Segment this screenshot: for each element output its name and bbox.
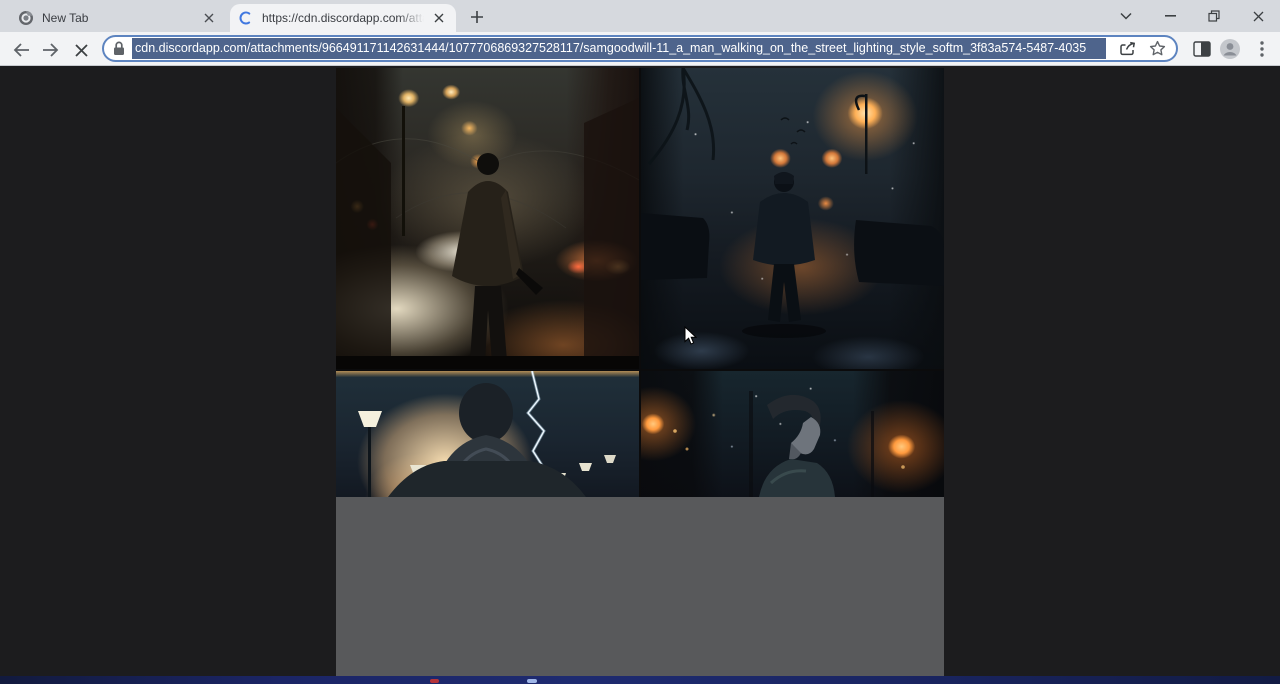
tab-close-icon[interactable] [430, 9, 448, 27]
url-text-selected[interactable]: cdn.discordapp.com/attachments/966491171… [132, 38, 1106, 59]
image-quadrant-top-left [336, 68, 639, 369]
tab-search-chevron-icon[interactable] [1104, 0, 1148, 32]
image-loading-placeholder [336, 497, 944, 676]
profile-avatar[interactable] [1218, 37, 1242, 61]
stop-loading-button[interactable] [69, 38, 93, 62]
tab-close-icon[interactable] [200, 9, 218, 27]
tab-strip: New Tab https://cdn.discordapp.com/atta [0, 0, 1280, 32]
minimize-button[interactable] [1148, 0, 1192, 32]
bookmark-star-icon[interactable] [1149, 40, 1166, 57]
back-button[interactable] [9, 38, 33, 62]
screen: { "browser_window": { "tabs": [ { "title… [0, 0, 1280, 684]
new-tab-button[interactable] [466, 6, 488, 28]
lock-icon[interactable] [113, 41, 125, 56]
share-icon[interactable] [1119, 40, 1136, 57]
restore-button[interactable] [1192, 0, 1236, 32]
side-panel-icon[interactable] [1190, 37, 1214, 61]
taskbar-sliver[interactable] [0, 676, 1280, 684]
window-controls [1104, 0, 1280, 32]
address-bar[interactable]: cdn.discordapp.com/attachments/966491171… [102, 35, 1178, 62]
tab-discord-cdn[interactable]: https://cdn.discordapp.com/atta [230, 4, 456, 32]
image-quadrant-bottom-right [641, 371, 944, 497]
loading-spinner-icon [238, 10, 254, 26]
browser-toolbar: cdn.discordapp.com/attachments/966491171… [0, 32, 1280, 66]
tab-title-fade [398, 11, 424, 25]
taskbar-icon-glimpse-light [527, 679, 537, 683]
menu-dots-icon[interactable] [1250, 37, 1274, 61]
image-quadrant-bottom-left [336, 371, 639, 497]
close-window-button[interactable] [1236, 0, 1280, 32]
page-content [0, 66, 1280, 676]
chrome-logo-grayscale-icon [18, 10, 34, 26]
taskbar-icon-glimpse-red [430, 679, 439, 683]
tab-new-tab[interactable]: New Tab [10, 4, 226, 32]
image-grid [336, 68, 944, 497]
forward-button[interactable] [38, 38, 62, 62]
generated-image-grid[interactable] [336, 68, 944, 676]
tab-title: https://cdn.discordapp.com/atta [262, 11, 424, 25]
image-quadrant-top-right [641, 68, 944, 369]
tab-title-fade [174, 11, 194, 25]
tab-title: New Tab [42, 11, 194, 25]
